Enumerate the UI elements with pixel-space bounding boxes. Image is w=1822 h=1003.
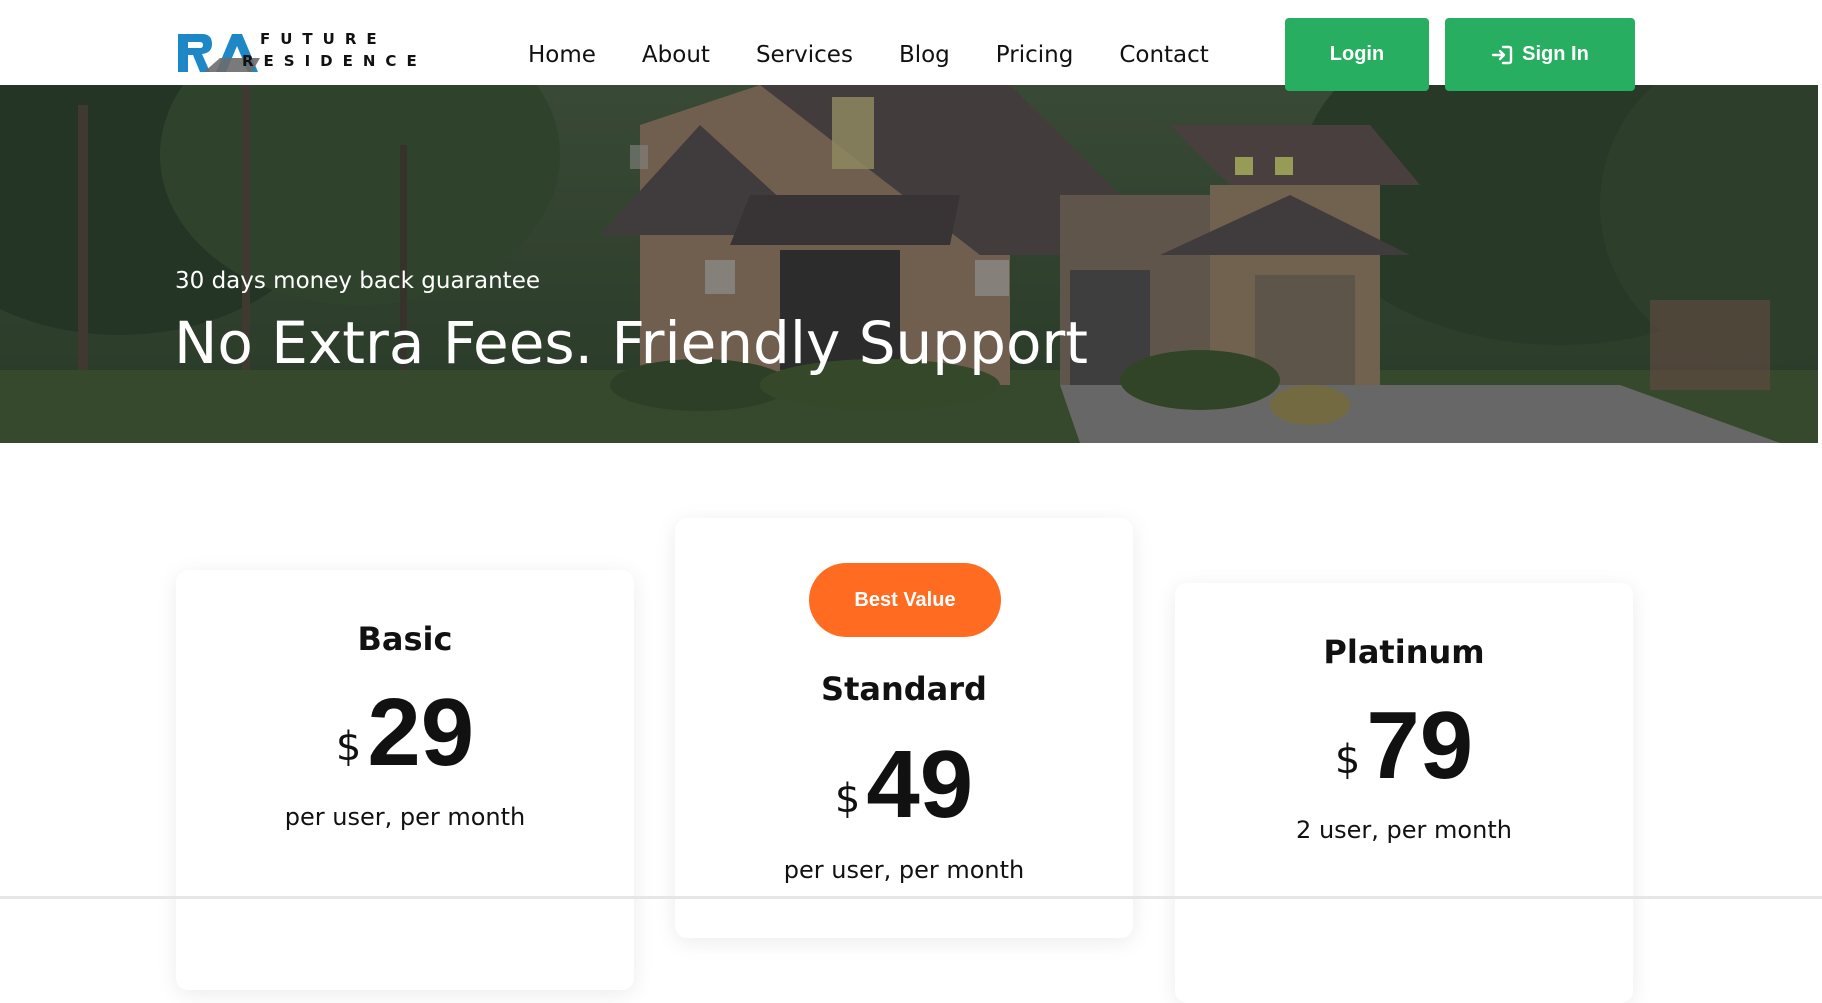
logo-text-future: FUTURE xyxy=(260,30,387,48)
plan-period: 2 user, per month xyxy=(1296,816,1512,844)
price-currency: $ xyxy=(335,724,362,770)
nav-pricing[interactable]: Pricing xyxy=(996,38,1074,72)
pricing-card-basic: Basic $ 29 per user, per month xyxy=(176,570,634,990)
main-nav: Home About Services Blog Pricing Contact xyxy=(528,38,1255,72)
pricing-card-standard: Best Value Standard $ 49 per user, per m… xyxy=(675,518,1133,938)
plan-name: Platinum xyxy=(1323,633,1485,671)
nav-about[interactable]: About xyxy=(642,38,710,72)
plan-period: per user, per month xyxy=(284,803,526,831)
price-currency: $ xyxy=(834,776,861,822)
nav-blog[interactable]: Blog xyxy=(899,38,950,72)
plan-price: $ 29 xyxy=(176,679,634,786)
nav-contact[interactable]: Contact xyxy=(1119,38,1208,72)
hero-overlay xyxy=(0,85,1818,443)
hero-banner: 30 days money back guarantee No Extra Fe… xyxy=(0,85,1818,443)
price-amount: 49 xyxy=(866,731,974,838)
plan-price: $ 49 xyxy=(675,731,1133,838)
sign-in-button[interactable]: Sign In xyxy=(1445,18,1635,91)
sign-in-button-label: Sign In xyxy=(1522,43,1589,65)
logo-text-residence: RESIDENCE xyxy=(242,52,427,70)
nav-services[interactable]: Services xyxy=(756,38,853,72)
login-button[interactable]: Login xyxy=(1285,18,1429,91)
plan-price: $ 79 xyxy=(1175,692,1633,799)
price-amount: 79 xyxy=(1366,692,1474,799)
login-button-label: Login xyxy=(1329,43,1385,65)
plan-name: Standard xyxy=(821,670,987,708)
site-header: FUTURE RESIDENCE Home About Services Blo… xyxy=(0,0,1822,91)
best-value-badge: Best Value xyxy=(809,563,1001,637)
pricing-card-platinum: Platinum $ 79 2 user, per month xyxy=(1175,583,1633,1003)
brand-logo[interactable]: FUTURE RESIDENCE xyxy=(176,24,436,80)
hero-title: No Extra Fees. Friendly Support xyxy=(174,309,1089,377)
sign-in-icon xyxy=(1491,45,1513,64)
hero-subtitle: 30 days money back guarantee xyxy=(175,268,540,294)
plan-period: per user, per month xyxy=(783,856,1025,884)
plan-name: Basic xyxy=(357,620,453,658)
price-amount: 29 xyxy=(367,679,475,786)
nav-home[interactable]: Home xyxy=(528,38,596,72)
price-currency: $ xyxy=(1334,737,1361,783)
